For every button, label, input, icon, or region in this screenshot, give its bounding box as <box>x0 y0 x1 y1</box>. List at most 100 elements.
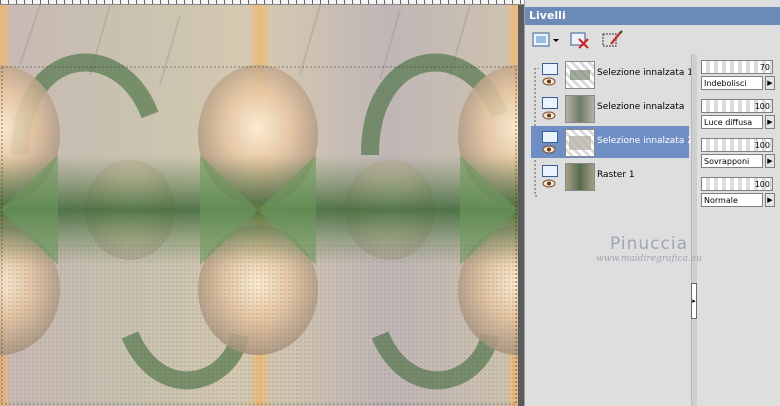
ruler-tick <box>80 0 81 4</box>
ruler-tick <box>496 0 497 4</box>
ruler-tick <box>32 0 33 4</box>
visibility-eye-icon[interactable] <box>542 145 556 154</box>
ruler-tick <box>328 0 329 4</box>
layer-row[interactable]: Raster 1 <box>531 160 689 192</box>
ruler-tick <box>152 0 153 4</box>
blend-mode-select[interactable]: Sovrapponi <box>701 154 763 168</box>
layer-row[interactable]: Selezione innalzata 1 <box>531 58 693 90</box>
panel-title: Livelli <box>529 9 566 22</box>
blend-mode-select[interactable]: Normale <box>701 193 763 207</box>
visibility-eye-icon[interactable] <box>542 179 556 188</box>
edit-selection-icon[interactable] <box>601 30 623 50</box>
layer-type-icon <box>542 165 558 177</box>
ruler-tick <box>184 0 185 4</box>
ruler-tick <box>24 0 25 4</box>
collapse-arrow-icon[interactable]: ▸ <box>691 283 697 319</box>
ruler-tick <box>408 0 409 4</box>
ruler-tick <box>64 0 65 4</box>
ruler-tick <box>400 0 401 4</box>
ruler-tick <box>424 0 425 4</box>
watermark-url: www.maidiregrafica.eu <box>596 254 702 264</box>
opacity-value: 100 <box>754 141 770 150</box>
ruler-tick <box>288 0 289 4</box>
artwork-image[interactable] <box>0 5 518 406</box>
delete-layer-icon[interactable] <box>569 30 591 50</box>
ruler-tick <box>56 0 57 4</box>
ruler-tick <box>416 0 417 4</box>
opacity-slider[interactable]: 100 <box>701 99 773 113</box>
ruler-tick <box>480 0 481 4</box>
layer-thumbnail <box>565 163 595 191</box>
layer-properties-column: 70 Indebolisci ▶ 100 Luce diffusa ▶ 100 … <box>697 54 780 214</box>
ruler-tick <box>472 0 473 4</box>
ruler-tick <box>8 0 9 4</box>
ruler-tick <box>224 0 225 4</box>
ruler-tick <box>232 0 233 4</box>
ruler-tick <box>160 0 161 4</box>
layer-row-selected[interactable]: Selezione innalzata 2 <box>531 126 693 158</box>
ruler-tick <box>504 0 505 4</box>
layer-name: Selezione innalzata <box>597 102 685 112</box>
layer-thumbnail <box>565 129 595 157</box>
ruler-tick <box>392 0 393 4</box>
blend-mode-select[interactable]: Luce diffusa <box>701 115 763 129</box>
layer-type-icon <box>542 97 558 109</box>
opacity-value: 100 <box>754 180 770 189</box>
ruler-tick <box>0 0 1 4</box>
ruler-tick <box>168 0 169 4</box>
ruler-tick <box>256 0 257 4</box>
ruler-tick <box>304 0 305 4</box>
ruler-tick <box>104 0 105 4</box>
ruler-tick <box>376 0 377 4</box>
layer-type-icon <box>542 131 558 143</box>
layer-properties: 100 Normale ▶ <box>701 177 780 209</box>
visibility-eye-icon[interactable] <box>542 77 556 86</box>
opacity-value: 70 <box>759 63 770 72</box>
layer-name: Selezione innalzata 2 <box>597 136 693 146</box>
ruler-tick <box>456 0 457 4</box>
ruler-tick <box>384 0 385 4</box>
blend-arrow-icon[interactable]: ▶ <box>765 154 775 168</box>
ruler-tick <box>312 0 313 4</box>
watermark-name: Pinuccia <box>610 234 688 254</box>
new-layer-dropdown-icon[interactable] <box>531 30 559 50</box>
opacity-slider[interactable]: 100 <box>701 177 773 191</box>
ruler-tick <box>120 0 121 4</box>
ruler-tick <box>352 0 353 4</box>
layer-name: Selezione innalzata 1 <box>597 68 693 78</box>
layer-row[interactable]: Selezione innalzata <box>531 92 689 124</box>
ruler-tick <box>48 0 49 4</box>
layers-toolbar <box>525 26 780 54</box>
ruler-tick <box>280 0 281 4</box>
layer-thumbnail <box>565 61 595 89</box>
ruler-tick <box>464 0 465 4</box>
ruler-tick <box>40 0 41 4</box>
ruler-tick <box>264 0 265 4</box>
watermark: Pinuccia www.maidiregrafica.eu <box>549 234 749 264</box>
image-canvas-area[interactable] <box>0 0 524 406</box>
ruler-tick <box>448 0 449 4</box>
ruler-tick <box>176 0 177 4</box>
layer-properties: 100 Sovrapponi ▶ <box>701 138 780 170</box>
blend-mode-select[interactable]: Indebolisci <box>701 76 763 90</box>
layer-type-icon <box>542 63 558 75</box>
visibility-eye-icon[interactable] <box>542 111 556 120</box>
layers-list: Selezione innalzata 1 Selezione innalzat… <box>531 54 693 210</box>
layer-properties: 70 Indebolisci ▶ <box>701 60 780 92</box>
ruler-tick <box>112 0 113 4</box>
layer-name: Raster 1 <box>597 170 635 180</box>
blend-arrow-icon[interactable]: ▶ <box>765 193 775 207</box>
ruler-tick <box>72 0 73 4</box>
opacity-slider[interactable]: 70 <box>701 60 773 74</box>
opacity-slider[interactable]: 100 <box>701 138 773 152</box>
ruler-tick <box>96 0 97 4</box>
ruler-tick <box>440 0 441 4</box>
ruler-tick <box>192 0 193 4</box>
blend-arrow-icon[interactable]: ▶ <box>765 76 775 90</box>
panel-title-bar[interactable]: Livelli <box>525 7 780 25</box>
ruler-tick <box>248 0 249 4</box>
ruler-tick <box>88 0 89 4</box>
blend-arrow-icon[interactable]: ▶ <box>765 115 775 129</box>
ruler-tick <box>208 0 209 4</box>
ruler-tick <box>520 0 521 4</box>
